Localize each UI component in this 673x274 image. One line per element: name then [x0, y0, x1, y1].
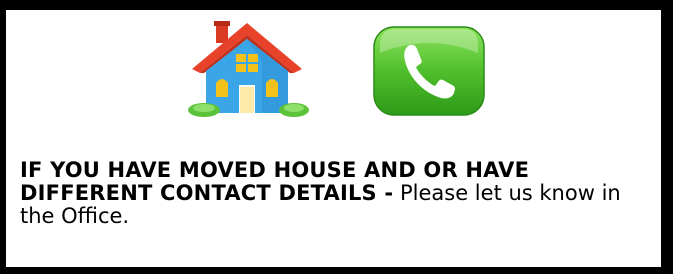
contact-notice: IF YOU HAVE MOVED HOUSE AND OR HAVE DIFF…: [20, 159, 660, 228]
house-icon: [182, 21, 312, 121]
phone-icon: [372, 25, 486, 117]
notice-panel: IF YOU HAVE MOVED HOUSE AND OR HAVE DIFF…: [0, 0, 673, 274]
